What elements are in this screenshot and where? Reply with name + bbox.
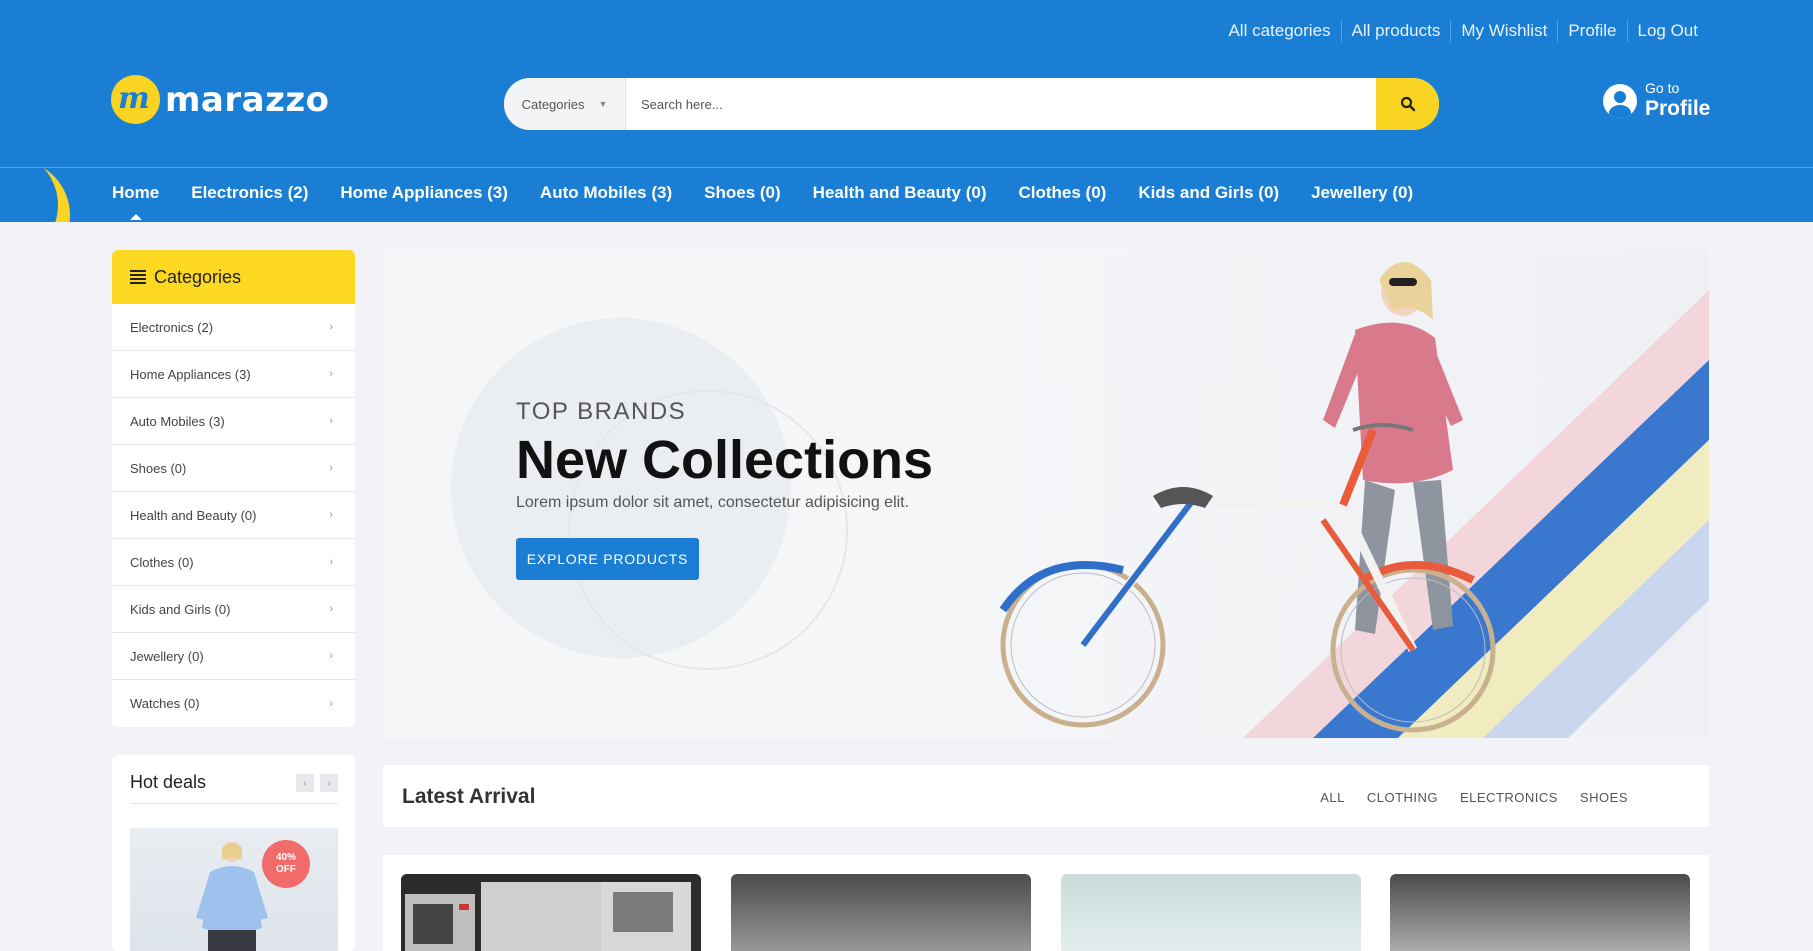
profile-label: Profile: [1645, 97, 1711, 120]
hot-deal-product-image[interactable]: [130, 828, 338, 951]
chevron-down-icon: ▼: [598, 99, 608, 109]
hero-title: New Collections: [516, 430, 934, 490]
search-bar: Categories ▼: [504, 78, 1439, 130]
categories-panel: Categories Electronics (2) › Home Applian…: [112, 250, 355, 727]
chevron-right-icon: ›: [329, 462, 333, 474]
sidebar-item-label: Clothes (0): [130, 554, 194, 570]
sidebar-item-watches[interactable]: Watches (0) ›: [112, 680, 355, 727]
sidebar-item-electronics[interactable]: Electronics (2) ›: [112, 304, 355, 351]
hot-deals-arrows: ‹ ›: [290, 774, 338, 792]
top-nav: All categories All products My Wishlist …: [1218, 20, 1708, 42]
nav-item-jewellery[interactable]: Jewellery (0): [1311, 183, 1413, 203]
microwave-product-image: [401, 874, 701, 951]
sidebar-item-shoes[interactable]: Shoes (0) ›: [112, 445, 355, 492]
latest-arrival-tabs: ALL CLOTHING ELECTRONICS SHOES: [1298, 790, 1628, 805]
go-to-profile[interactable]: Go to Profile: [1603, 80, 1710, 122]
model-figure-image: [196, 842, 268, 951]
chevron-right-icon: ›: [329, 321, 333, 333]
tab-shoes[interactable]: SHOES: [1580, 790, 1628, 805]
sidebar-item-clothes[interactable]: Clothes (0) ›: [112, 539, 355, 586]
sidebar-item-jewellery[interactable]: Jewellery (0) ›: [112, 633, 355, 680]
nav-item-health-beauty[interactable]: Health and Beauty (0): [813, 183, 987, 203]
top-nav-all-products[interactable]: All products: [1340, 20, 1451, 42]
nav-item-auto-mobiles[interactable]: Auto Mobiles (3): [540, 183, 672, 203]
nav-divider: [0, 167, 1813, 168]
hot-deals-header: Hot deals ‹ ›: [130, 772, 338, 804]
user-icon: [1603, 84, 1637, 118]
top-nav-all-categories[interactable]: All categories: [1218, 20, 1340, 42]
chevron-right-icon: ›: [329, 509, 333, 521]
chevron-right-icon: ›: [329, 697, 333, 710]
go-to-label: Go to: [1645, 80, 1680, 96]
nav-item-home[interactable]: Home: [112, 183, 159, 220]
hot-deals-panel: Hot deals ‹ ›: [112, 755, 355, 951]
nav-item-shoes[interactable]: Shoes (0): [704, 183, 781, 203]
sidebar-item-auto-mobiles[interactable]: Auto Mobiles (3) ›: [112, 398, 355, 445]
search-category-select[interactable]: Categories ▼: [504, 78, 626, 130]
categories-title: Categories: [154, 266, 242, 287]
logo-icon: m: [111, 75, 160, 124]
hero-banner: TOP BRANDS New Collections Lorem ipsum d…: [383, 250, 1709, 738]
sidebar-item-label: Kids and Girls (0): [130, 601, 231, 617]
prev-arrow-icon[interactable]: ‹: [296, 774, 314, 792]
logo-mark-letter: m: [118, 81, 150, 116]
chevron-right-icon: ›: [329, 650, 333, 662]
next-arrow-icon[interactable]: ›: [320, 774, 338, 792]
explore-products-button[interactable]: EXPLORE PRODUCTS: [516, 538, 699, 580]
product-card-microwave[interactable]: [401, 874, 701, 951]
categories-header: Categories: [112, 250, 355, 304]
sidebar-item-label: Jewellery (0): [130, 648, 204, 664]
chevron-right-icon: ›: [329, 415, 333, 427]
hot-deals-title: Hot deals: [130, 772, 207, 792]
site-header: All categories All products My Wishlist …: [0, 0, 1813, 222]
hero-description: Lorem ipsum dolor sit amet, consectetur …: [516, 494, 910, 511]
search-category-label: Categories: [521, 96, 585, 112]
top-nav-log-out[interactable]: Log Out: [1626, 20, 1709, 42]
tab-clothing[interactable]: CLOTHING: [1367, 790, 1438, 805]
sidebar-item-label: Electronics (2): [130, 319, 214, 335]
top-nav-my-wishlist[interactable]: My Wishlist: [1450, 20, 1557, 42]
sidebar-item-label: Auto Mobiles (3): [130, 413, 225, 429]
logo-text: marazzo: [165, 79, 330, 120]
nav-item-kids-girls[interactable]: Kids and Girls (0): [1138, 183, 1279, 203]
site-logo[interactable]: m marazzo: [111, 75, 330, 124]
product-card-cars[interactable]: [731, 874, 1031, 951]
sidebar-item-label: Home Appliances (3): [130, 366, 251, 382]
main-nav: Home Electronics (2) Home Appliances (3)…: [112, 183, 1445, 220]
sidebar-item-kids-girls[interactable]: Kids and Girls (0) ›: [112, 586, 355, 633]
top-nav-profile[interactable]: Profile: [1557, 20, 1626, 42]
discount-badge-off: OFF: [276, 864, 296, 875]
menu-icon: [130, 270, 146, 284]
nav-item-home-appliances[interactable]: Home Appliances (3): [340, 183, 508, 203]
latest-arrival-header: Latest Arrival ALL CLOTHING ELECTRONICS …: [383, 765, 1709, 827]
search-button[interactable]: [1376, 78, 1439, 130]
hero-subtitle: TOP BRANDS: [516, 398, 687, 425]
sidebar-item-label: Health and Beauty (0): [130, 507, 257, 523]
tab-electronics[interactable]: ELECTRONICS: [1460, 790, 1558, 805]
sidebar-item-label: Shoes (0): [130, 460, 187, 476]
product-grid: [383, 855, 1709, 951]
sidebar-item-home-appliances[interactable]: Home Appliances (3) ›: [112, 351, 355, 398]
header-decor-mask: [0, 150, 58, 222]
sidebar-item-health-beauty[interactable]: Health and Beauty (0) ›: [112, 492, 355, 539]
categories-list: Electronics (2) › Home Appliances (3) › Au…: [112, 304, 355, 727]
nav-item-clothes[interactable]: Clothes (0): [1018, 183, 1106, 203]
chevron-right-icon: ›: [329, 556, 333, 568]
search-icon: [1400, 96, 1415, 112]
tab-all[interactable]: ALL: [1320, 790, 1345, 805]
hero-text: TOP BRANDS New Collections Lorem ipsum d…: [516, 398, 933, 580]
hero-bicycle-image: [943, 250, 1709, 738]
chevron-right-icon: ›: [329, 368, 333, 380]
nav-item-electronics[interactable]: Electronics (2): [191, 183, 308, 203]
sidebar-item-label: Watches (0): [130, 696, 200, 711]
discount-badge-percent: 40%: [275, 852, 296, 863]
product-card-vehicle[interactable]: [1390, 874, 1690, 951]
search-input[interactable]: [626, 78, 1376, 130]
discount-badge: 40% OFF: [262, 840, 310, 888]
latest-arrival-title: Latest Arrival: [402, 785, 536, 808]
product-card-appliance[interactable]: [1061, 874, 1361, 951]
chevron-right-icon: ›: [329, 603, 333, 615]
